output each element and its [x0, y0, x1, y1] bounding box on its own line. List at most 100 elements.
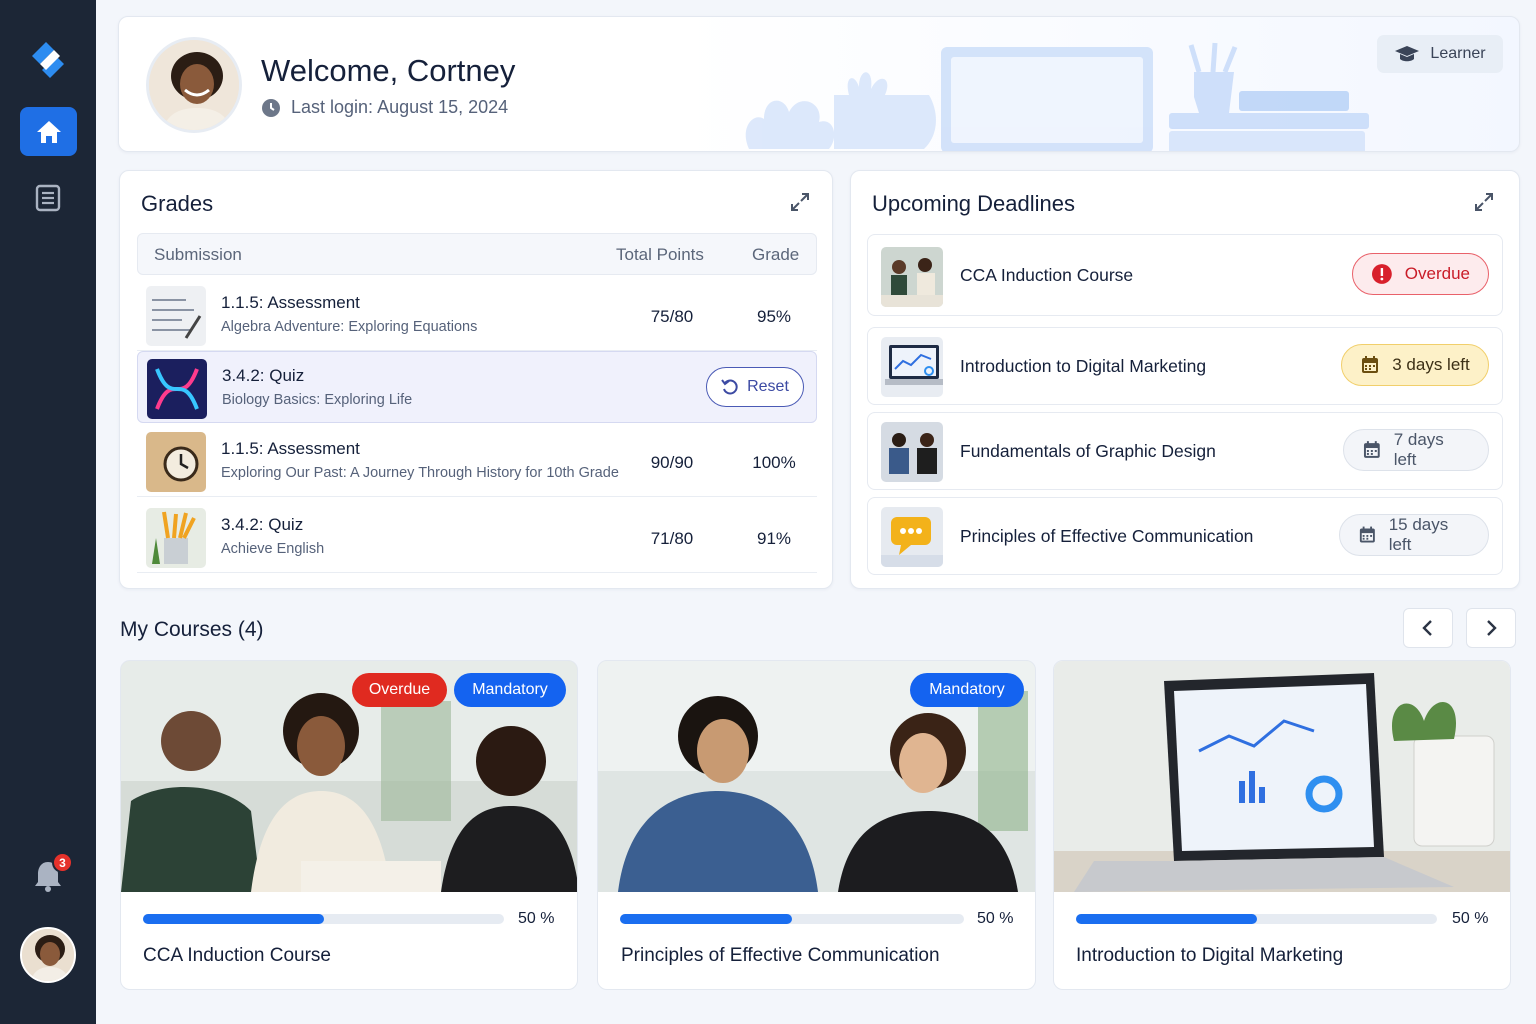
submission-title: 1.1.5: Assessment: [221, 439, 360, 458]
deadline-item[interactable]: CCA Induction Course Overdue: [867, 234, 1503, 316]
deadline-title: Principles of Effective Communication: [960, 526, 1254, 546]
grades-table-header: Submission Total Points Grade: [137, 233, 817, 275]
calendar-icon: [1363, 441, 1380, 458]
avatar-portrait: [149, 40, 239, 130]
reset-button[interactable]: Reset: [706, 367, 804, 407]
next-page-button[interactable]: [1466, 608, 1516, 648]
last-login: Last login: August 15, 2024: [261, 97, 508, 118]
submission-course: Algebra Adventure: Exploring Equations: [221, 319, 478, 335]
submission-title: 3.4.2: Quiz: [221, 515, 304, 534]
history-thumbnail: [146, 432, 206, 492]
graduation-cap-icon: [1395, 46, 1420, 62]
progress-fill: [143, 914, 324, 924]
deadline-item[interactable]: Fundamentals of Graphic Design 7 days le…: [867, 412, 1503, 490]
badge-text: 3 days left: [1392, 355, 1470, 374]
welcome-avatar: [146, 37, 242, 133]
deadline-item[interactable]: Principles of Effective Communication 15…: [867, 497, 1503, 575]
grade-value: 91%: [756, 529, 792, 548]
grades-title: Grades: [141, 191, 214, 216]
calendar-icon: [1362, 356, 1379, 373]
deadline-item[interactable]: Introduction to Digital Marketing 3 days…: [867, 327, 1503, 405]
grades-card: Grades Submission Total Points Grade 1.1…: [119, 170, 833, 589]
course-card[interactable]: Mandatory 50 % Principles of Effective C…: [597, 660, 1036, 990]
role-chip[interactable]: Learner: [1377, 35, 1503, 73]
clock-icon: [262, 98, 280, 117]
logo-icon[interactable]: [24, 36, 72, 84]
deadlines-card: Upcoming Deadlines CCA Induction Course …: [850, 170, 1520, 589]
submission-course: Achieve English: [221, 541, 325, 557]
submission-title: 1.1.5: Assessment: [221, 293, 360, 312]
expand-icon[interactable]: [1473, 191, 1495, 213]
home-icon: [36, 120, 61, 143]
badge-text: 15 days left: [1388, 515, 1449, 554]
design-thumbnail: [881, 422, 943, 482]
reset-icon: [721, 379, 738, 395]
column-grade: Grade: [752, 245, 800, 264]
table-row[interactable]: 3.4.2: Quiz Biology Basics: Exploring Li…: [137, 351, 817, 423]
table-row[interactable]: 1.1.5: Assessment Exploring Our Past: A …: [137, 425, 817, 497]
course-image: [1054, 661, 1510, 892]
progress-label: 50 %: [518, 910, 555, 927]
progress-bar: [143, 914, 504, 924]
deadlines-title: Upcoming Deadlines: [872, 191, 1075, 216]
overdue-tag: Overdue: [352, 673, 447, 707]
sidebar-item-documents[interactable]: [28, 178, 68, 218]
status-badge: 3 days left: [1341, 344, 1489, 386]
biology-thumbnail: [147, 359, 207, 419]
deadline-title: CCA Induction Course: [960, 265, 1134, 285]
marketing-thumbnail: [881, 337, 943, 397]
expand-icon[interactable]: [789, 191, 811, 213]
submission-title: 3.4.2: Quiz: [222, 366, 305, 385]
meeting-thumbnail: [881, 247, 943, 307]
sidebar-item-home[interactable]: [20, 107, 77, 156]
deadline-title: Fundamentals of Graphic Design: [960, 441, 1216, 461]
notification-badge: 3: [52, 852, 73, 873]
course-card[interactable]: 50 % Introduction to Digital Marketing: [1053, 660, 1511, 990]
last-login-text: Last login: August 15, 2024: [291, 97, 509, 117]
laptop-photo: [1054, 661, 1510, 892]
badge-text: 7 days left: [1393, 430, 1444, 469]
role-label: Learner: [1430, 45, 1486, 62]
prev-page-button[interactable]: [1403, 608, 1453, 648]
progress-label: 50 %: [1452, 910, 1489, 927]
communication-thumbnail: [881, 507, 943, 567]
total-points: 71/80: [650, 529, 694, 548]
welcome-title: Welcome, Cortney: [261, 53, 516, 88]
mandatory-tag: Mandatory: [910, 673, 1024, 707]
mandatory-tag: Mandatory: [454, 673, 566, 707]
progress-label: 50 %: [977, 910, 1014, 927]
total-points: 90/90: [650, 453, 694, 472]
calendar-icon: [1359, 526, 1375, 543]
progress-bar: [620, 914, 964, 924]
progress-fill: [1076, 914, 1257, 924]
deadline-title: Introduction to Digital Marketing: [960, 356, 1207, 376]
submission-course: Exploring Our Past: A Journey Through Hi…: [221, 465, 619, 481]
course-name: Principles of Effective Communication: [621, 945, 940, 966]
progress-bar: [1076, 914, 1437, 924]
chevron-left-icon: [1422, 620, 1432, 636]
grade-value: 95%: [756, 307, 792, 326]
algebra-thumbnail: [146, 286, 206, 346]
welcome-card: Welcome, Cortney Last login: August 15, …: [118, 16, 1520, 152]
grade-value: 100%: [752, 453, 796, 472]
reset-label: Reset: [747, 378, 789, 395]
table-row[interactable]: 1.1.5: Assessment Algebra Adventure: Exp…: [137, 279, 817, 351]
courses-title: My Courses (4): [120, 618, 264, 641]
user-avatar[interactable]: [20, 927, 76, 983]
submission-course: Biology Basics: Exploring Life: [222, 392, 413, 408]
status-badge: 15 days left: [1339, 514, 1489, 556]
status-badge: 7 days left: [1343, 429, 1489, 471]
english-thumbnail: [146, 508, 206, 568]
document-icon: [35, 184, 61, 212]
total-points: 75/80: [650, 307, 694, 326]
progress-fill: [620, 914, 792, 924]
table-row[interactable]: 3.4.2: Quiz Achieve English 71/80 91%: [137, 501, 817, 573]
chevron-right-icon: [1487, 620, 1497, 636]
desk-illustration: [745, 42, 1369, 151]
course-card[interactable]: Overdue Mandatory 50 % CCA Induction Cou…: [120, 660, 578, 990]
alert-icon: [1371, 264, 1392, 284]
avatar-portrait: [22, 929, 74, 981]
course-name: CCA Induction Course: [143, 945, 331, 966]
column-submission: Submission: [154, 245, 242, 264]
column-total-points: Total Points: [616, 245, 704, 264]
